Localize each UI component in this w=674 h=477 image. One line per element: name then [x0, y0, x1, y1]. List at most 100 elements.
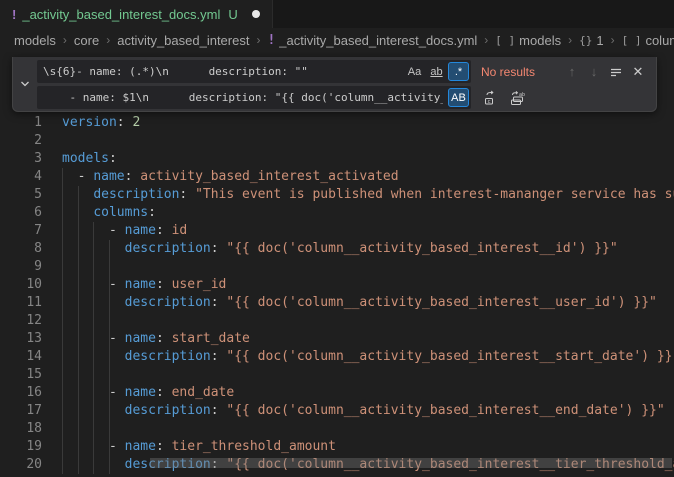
code-text: description: "{{ doc('column__activity_b… [42, 240, 618, 258]
breadcrumb-item[interactable]: activity_based_interest [117, 33, 249, 48]
breadcrumb-label: models [14, 33, 56, 48]
line-number: 18 [0, 420, 42, 438]
editor-tab[interactable]: ! _activity_based_interest_docs.yml U [0, 0, 273, 28]
code-line[interactable]: 17 description: "{{ doc('column__activit… [0, 402, 674, 420]
find-row: Aa ab .* No results ↑ ↓ ✕ [37, 60, 648, 83]
breadcrumb-item[interactable]: [ ]columns [622, 33, 674, 48]
line-number: 3 [0, 150, 42, 168]
breadcrumb-item[interactable]: !_activity_based_interest_docs.yml [267, 33, 477, 48]
match-case-button[interactable]: Aa [404, 62, 425, 81]
line-number: 11 [0, 294, 42, 312]
code-line[interactable]: 5 description: "This event is published … [0, 186, 674, 204]
breadcrumb-item[interactable]: [ ]models [495, 33, 561, 48]
code-text: models: [42, 150, 117, 168]
breadcrumb-label: columns [645, 33, 674, 48]
line-number: 6 [0, 204, 42, 222]
breadcrumb-separator-icon: › [611, 33, 615, 47]
breadcrumb-separator-icon: › [256, 33, 260, 47]
line-number: 1 [0, 114, 42, 132]
code-text: columns: [42, 204, 156, 222]
symbol-object-icon: {} [579, 34, 592, 47]
code-line[interactable]: 7 - name: id [0, 222, 674, 240]
previous-match-button[interactable]: ↑ [562, 62, 582, 82]
find-input-box: Aa ab .* [37, 60, 471, 83]
line-number: 9 [0, 258, 42, 276]
breadcrumb-separator-icon: › [63, 33, 67, 47]
replace-all-button[interactable]: ab [507, 88, 527, 108]
code-line[interactable]: 12 [0, 312, 674, 330]
line-number: 15 [0, 366, 42, 384]
breadcrumb-item[interactable]: models [14, 33, 56, 48]
code-line[interactable]: 14 description: "{{ doc('column__activit… [0, 348, 674, 366]
code-line[interactable]: 6 columns: [0, 204, 674, 222]
code-line[interactable]: 11 description: "{{ doc('column__activit… [0, 294, 674, 312]
find-in-selection-button[interactable] [606, 62, 626, 82]
whole-word-button[interactable]: ab [426, 62, 447, 81]
breadcrumb-label: core [74, 33, 99, 48]
close-find-button[interactable]: ✕ [628, 62, 648, 82]
find-results-status: No results [481, 65, 535, 79]
code-line[interactable]: 16 - name: end_date [0, 384, 674, 402]
breadcrumb-item[interactable]: {} 1 [579, 33, 603, 48]
line-number: 13 [0, 330, 42, 348]
vscode-window: ! _activity_based_interest_docs.yml U mo… [0, 0, 674, 477]
code-text: - name: start_date [42, 330, 250, 348]
breadcrumb-label: _activity_based_interest_docs.yml [279, 33, 477, 48]
code-line[interactable]: 13 - name: start_date [0, 330, 674, 348]
breadcrumb-item[interactable]: core [74, 33, 99, 48]
replace-input[interactable] [37, 91, 447, 104]
code-text: description: "This event is published wh… [42, 186, 674, 204]
svg-text:c: c [487, 99, 490, 105]
tab-bar: ! _activity_based_interest_docs.yml U [0, 0, 674, 28]
replace-input-box: AB [37, 86, 471, 109]
code-line[interactable]: 10 - name: user_id [0, 276, 674, 294]
toggle-replace-button[interactable] [13, 57, 37, 111]
breadcrumb-label: activity_based_interest [117, 33, 249, 48]
line-number: 17 [0, 402, 42, 420]
svg-text:ab: ab [519, 92, 525, 98]
code-text [42, 366, 62, 384]
regex-button[interactable]: .* [448, 62, 469, 81]
breadcrumb-label: 1 [596, 33, 603, 48]
line-number: 10 [0, 276, 42, 294]
breadcrumb-separator-icon: › [106, 33, 110, 47]
tab-filename: _activity_based_interest_docs.yml [22, 7, 220, 22]
code-line[interactable]: 4 - name: activity_based_interest_activa… [0, 168, 674, 186]
preserve-case-button[interactable]: AB [448, 88, 469, 107]
replace-button[interactable]: c [481, 88, 501, 108]
line-number: 20 [0, 456, 42, 474]
code-line[interactable]: 15 [0, 366, 674, 384]
code-line[interactable]: 19 - name: tier_threshold_amount [0, 438, 674, 456]
find-widget-rows: Aa ab .* No results ↑ ↓ ✕ [37, 57, 656, 111]
symbol-array-icon: [ ] [622, 34, 642, 47]
code-text: - name: end_date [42, 384, 234, 402]
code-line[interactable]: 8 description: "{{ doc('column__activity… [0, 240, 674, 258]
unsaved-dot-icon[interactable] [252, 10, 260, 18]
horizontal-scrollbar[interactable] [150, 458, 672, 468]
code-line[interactable]: 18 [0, 420, 674, 438]
code-line[interactable]: 9 [0, 258, 674, 276]
line-number: 5 [0, 186, 42, 204]
code-line[interactable]: 1version: 2 [0, 114, 674, 132]
code-text: - name: user_id [42, 276, 226, 294]
code-text: - name: id [42, 222, 187, 240]
find-input[interactable] [37, 65, 403, 78]
replace-row: AB c [37, 86, 648, 109]
code-text [42, 132, 62, 150]
replace-icon: c [483, 90, 499, 106]
breadcrumb-separator-icon: › [568, 33, 572, 47]
line-number: 2 [0, 132, 42, 150]
editor-pane: 1version: 223models:4 - name: activity_b… [0, 52, 674, 477]
next-match-button[interactable]: ↓ [584, 62, 604, 82]
find-replace-widget: Aa ab .* No results ↑ ↓ ✕ [12, 57, 657, 112]
yaml-file-icon: ! [12, 7, 16, 22]
code-line[interactable]: 3models: [0, 150, 674, 168]
line-number: 12 [0, 312, 42, 330]
line-number: 8 [0, 240, 42, 258]
code-text: description: "{{ doc('column__activity_b… [42, 402, 665, 420]
line-number: 16 [0, 384, 42, 402]
find-in-selection-icon [609, 65, 623, 79]
code-text: version: 2 [42, 114, 140, 132]
code-line[interactable]: 2 [0, 132, 674, 150]
line-number: 14 [0, 348, 42, 366]
